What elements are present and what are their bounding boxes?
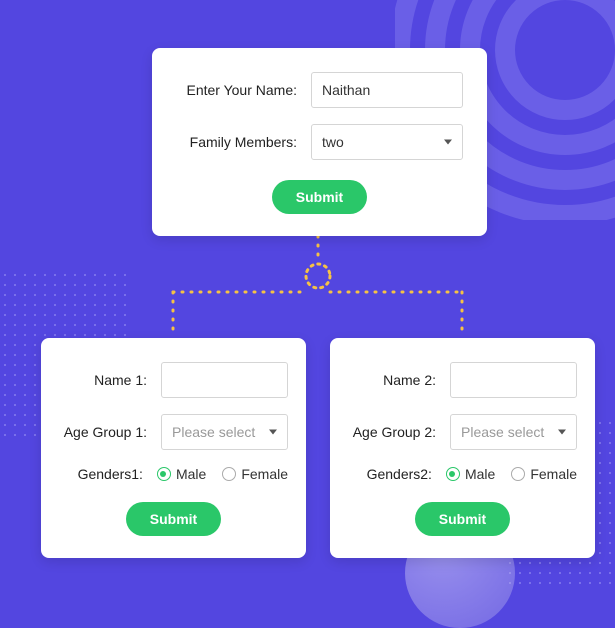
- name-label: Enter Your Name:: [176, 82, 311, 98]
- genders1-female-radio[interactable]: Female: [222, 466, 288, 482]
- family-members-label: Family Members:: [176, 134, 311, 150]
- child-form-2-card: Name 2: Age Group 2: Please select Gende…: [330, 338, 595, 558]
- age-group1-label: Age Group 1:: [59, 424, 161, 440]
- female-label: Female: [241, 466, 288, 482]
- male-label: Male: [465, 466, 495, 482]
- age-group1-select[interactable]: Please select: [161, 414, 288, 450]
- chevron-down-icon: [558, 430, 566, 435]
- name2-input[interactable]: [450, 362, 577, 398]
- parent-form-card: Enter Your Name: Family Members: two Sub…: [152, 48, 487, 236]
- genders2-female-radio[interactable]: Female: [511, 466, 577, 482]
- age-group1-placeholder: Please select: [172, 424, 255, 440]
- name1-label: Name 1:: [59, 372, 161, 388]
- radio-icon: [511, 467, 525, 481]
- genders1-male-radio[interactable]: Male: [157, 466, 206, 482]
- male-label: Male: [176, 466, 206, 482]
- radio-icon: [157, 467, 171, 481]
- name-input[interactable]: [311, 72, 463, 108]
- chevron-down-icon: [444, 140, 452, 145]
- female-label: Female: [530, 466, 577, 482]
- child-form-1-card: Name 1: Age Group 1: Please select Gende…: [41, 338, 306, 558]
- radio-icon: [446, 467, 460, 481]
- family-members-value: two: [322, 134, 344, 150]
- name1-input[interactable]: [161, 362, 288, 398]
- family-members-select[interactable]: two: [311, 124, 463, 160]
- age-group2-label: Age Group 2:: [348, 424, 450, 440]
- submit-button-top[interactable]: Submit: [272, 180, 367, 214]
- submit-button-1[interactable]: Submit: [126, 502, 221, 536]
- age-group2-placeholder: Please select: [461, 424, 544, 440]
- age-group2-select[interactable]: Please select: [450, 414, 577, 450]
- radio-icon: [222, 467, 236, 481]
- chevron-down-icon: [269, 430, 277, 435]
- genders2-male-radio[interactable]: Male: [446, 466, 495, 482]
- submit-button-2[interactable]: Submit: [415, 502, 510, 536]
- genders2-label: Genders2:: [348, 466, 446, 482]
- name2-label: Name 2:: [348, 372, 450, 388]
- genders1-label: Genders1:: [59, 466, 157, 482]
